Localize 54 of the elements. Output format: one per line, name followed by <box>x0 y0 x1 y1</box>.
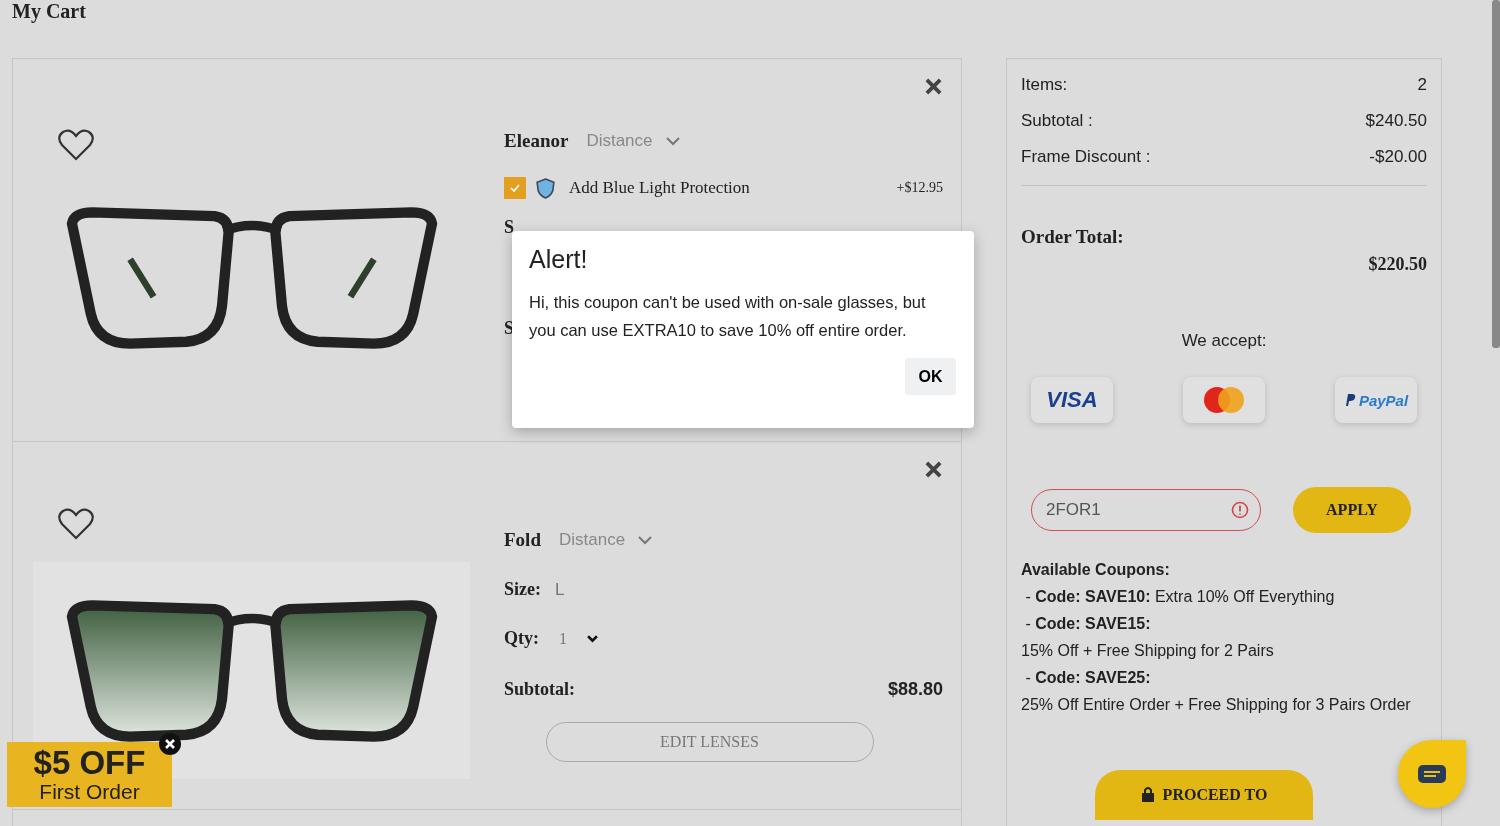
coupon-line: - Code: SAVE10: Extra 10% Off Everything <box>1024 588 1336 606</box>
promo-caption: First Order <box>39 779 140 804</box>
scrollbar[interactable] <box>1492 0 1500 348</box>
addon-price: +$12.95 <box>896 180 943 196</box>
order-total-value: $220.50 <box>1367 254 1427 275</box>
subtotal-label: Subtotal: <box>504 679 575 700</box>
heart-icon[interactable] <box>58 129 94 161</box>
chat-button[interactable] <box>1398 740 1466 808</box>
chevron-down-icon[interactable] <box>587 634 598 643</box>
summary-label: Frame Discount : <box>1021 147 1151 167</box>
close-icon[interactable] <box>924 77 943 96</box>
close-icon[interactable] <box>924 460 943 479</box>
promo-amount: $5 OFF <box>33 745 146 780</box>
addon-label: Add Blue Light Protection <box>569 178 751 198</box>
product-name: Eleanor <box>504 130 569 152</box>
coupon-line: - Code: SAVE15: <box>1024 615 1152 633</box>
qty-dropdown[interactable]: 1 <box>553 629 567 648</box>
size-label: Size: <box>504 579 541 600</box>
coupon-line: - Code: SAVE25: <box>1024 669 1152 687</box>
subtotal-value: $88.80 <box>887 679 943 700</box>
paypal-label: PayPal <box>1358 391 1409 409</box>
error-icon <box>1231 501 1249 519</box>
order-total-label: Order Total: <box>1021 226 1125 248</box>
qty-label: Qty: <box>504 628 539 649</box>
page-title: My Cart <box>11 0 87 25</box>
chat-icon <box>1417 764 1447 784</box>
heart-icon[interactable] <box>58 508 94 540</box>
coupon-line: 15% Off + Free Shipping for 2 Pairs <box>1021 642 1275 660</box>
ok-button[interactable]: OK <box>905 358 956 395</box>
apply-button[interactable]: APPLY <box>1293 487 1411 533</box>
coupon-line: 25% Off Entire Order + Free Shipping for 3 Pairs Order <box>1021 696 1412 714</box>
field-label: S <box>504 217 514 238</box>
summary-label: Subtotal : <box>1021 111 1093 131</box>
checkmark-icon <box>509 182 521 194</box>
alert-message: Hi, this coupon can't be used with on-sale glasses, but you can use EXTRA10 to save 10% off entire order. <box>529 292 927 341</box>
product-name: Fold <box>504 529 541 551</box>
promo-badge[interactable]: $5 OFF First Order <box>7 742 172 807</box>
proceed-button[interactable]: PROCEED TO <box>1095 770 1313 820</box>
close-icon[interactable] <box>159 733 181 755</box>
alert-title: Alert! <box>529 245 589 274</box>
size-value: L <box>555 579 565 600</box>
visa-card: VISA <box>1031 377 1113 423</box>
coupon-input[interactable]: 2FOR1 <box>1031 489 1261 531</box>
we-accept-label: We accept: <box>1180 331 1268 351</box>
coupons-title: Available Coupons: <box>1021 561 1171 579</box>
lock-icon <box>1140 786 1155 802</box>
summary-value: $240.50 <box>1365 111 1427 131</box>
shield-icon <box>536 177 555 199</box>
mastercard-logo-icon <box>1201 385 1247 415</box>
checkbox[interactable] <box>504 177 526 199</box>
paypal-logo-icon <box>1343 393 1356 407</box>
summary-value: 2 <box>1417 75 1427 95</box>
summary-value: -$20.00 <box>1369 147 1427 167</box>
summary-label: Items: <box>1021 75 1068 95</box>
